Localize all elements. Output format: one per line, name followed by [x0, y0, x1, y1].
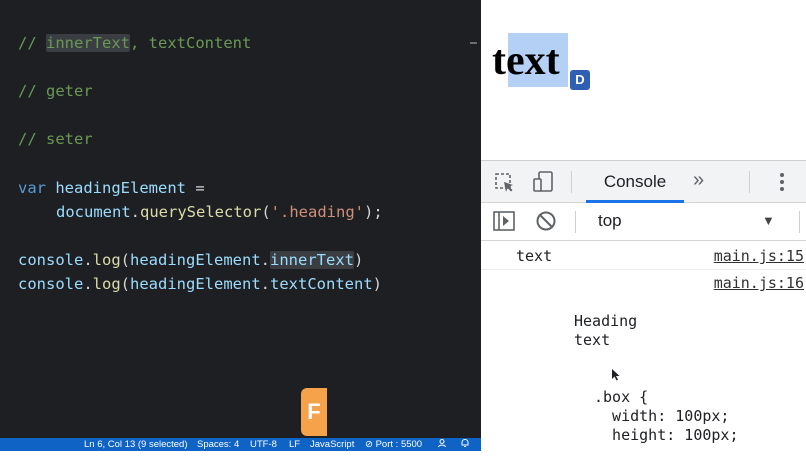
- identifier: console: [18, 251, 84, 269]
- comment-geter: // geter: [18, 82, 93, 100]
- more-tabs-icon[interactable]: »: [693, 169, 704, 192]
- code-line-6[interactable]: console.log(headingElement.innerText): [18, 248, 363, 272]
- page-heading[interactable]: text: [492, 38, 560, 84]
- punctuation: );: [364, 203, 383, 221]
- source-link[interactable]: main.js:16: [714, 274, 804, 292]
- devtools-panel: Console » top ▼ text main.js:15 main.js:…: [481, 160, 806, 467]
- function-name: querySelector: [140, 203, 262, 221]
- identifier: headingElement: [130, 251, 261, 269]
- context-selector[interactable]: top: [598, 211, 622, 231]
- output-line: .box {: [594, 388, 649, 406]
- output-line: width: 100px;: [594, 407, 730, 425]
- kebab-menu-icon[interactable]: [779, 171, 785, 198]
- console-message: text main.js:15: [481, 241, 806, 270]
- eol-setting[interactable]: LF: [289, 438, 300, 451]
- punctuation: .: [83, 251, 93, 269]
- clear-console-icon[interactable]: [535, 210, 557, 237]
- operator: =: [186, 179, 205, 197]
- chevron-down-icon[interactable]: ▼: [762, 213, 775, 228]
- function-name: log: [92, 275, 121, 293]
- device-toolbar-icon[interactable]: [532, 170, 556, 199]
- console-toolbar: top ▼: [481, 203, 806, 241]
- account-icon[interactable]: [437, 438, 447, 451]
- punctuation: (: [120, 275, 131, 293]
- extension-badge[interactable]: D: [570, 70, 590, 90]
- code-line-2[interactable]: // geter: [18, 79, 93, 103]
- punctuation: (: [120, 251, 131, 269]
- tab-console[interactable]: Console: [586, 161, 684, 203]
- toolbar-divider: [799, 211, 800, 233]
- identifier: headingElement: [130, 275, 261, 293]
- code-area[interactable]: // innerText, textContent // geter // se…: [18, 0, 383, 293]
- identifier: console: [18, 275, 84, 293]
- punctuation: .: [260, 251, 271, 269]
- encoding-setting[interactable]: UTF-8: [250, 438, 277, 451]
- comment-seter: // seter: [18, 130, 93, 148]
- identifier: headingElement: [55, 179, 186, 197]
- punctuation: .: [83, 275, 93, 293]
- output-line: height: 100px;: [594, 426, 739, 444]
- code-editor[interactable]: // innerText, textContent // geter // se…: [0, 0, 481, 451]
- cursor-position[interactable]: Ln 6, Col 13 (9 selected): [84, 438, 188, 451]
- comment-prefix: //: [18, 34, 46, 52]
- language-mode[interactable]: JavaScript: [310, 438, 354, 451]
- code-line-4[interactable]: var headingElement =: [18, 176, 205, 200]
- devtools-tabbar: Console »: [481, 161, 806, 203]
- toolbar-divider: [749, 171, 750, 193]
- scroll-indicator: [470, 42, 477, 44]
- function-name: log: [92, 251, 121, 269]
- keyword-var: var: [18, 179, 46, 197]
- notifications-icon[interactable]: [460, 438, 470, 451]
- code-line-7[interactable]: console.log(headingElement.textContent): [18, 272, 382, 296]
- code-line-3[interactable]: // seter: [18, 127, 93, 151]
- code-line-5[interactable]: document.querySelector('.heading');: [56, 200, 383, 224]
- highlighted-word: innerText: [46, 34, 130, 52]
- log-text: text: [516, 247, 553, 265]
- output-line: Heading: [574, 312, 638, 330]
- identifier: document: [56, 203, 131, 221]
- live-server-port[interactable]: ⊘ Port : 5500: [365, 438, 422, 451]
- punctuation: .: [130, 203, 140, 221]
- string-literal: '.heading': [270, 203, 364, 221]
- indentation-setting[interactable]: Spaces: 4: [197, 438, 239, 451]
- toolbar-divider: [571, 171, 572, 193]
- sidebar-toggle-icon[interactable]: [493, 211, 515, 236]
- console-message: main.js:16 Heading text .box { width: 10…: [481, 270, 806, 467]
- code-line-1[interactable]: // innerText, textContent: [18, 31, 251, 55]
- status-bar: Ln 6, Col 13 (9 selected) Spaces: 4 UTF-…: [0, 438, 481, 451]
- inspect-element-icon[interactable]: [494, 172, 516, 199]
- output-line: text: [574, 331, 611, 349]
- toolbar-divider: [575, 211, 576, 233]
- comment-rest: , textContent: [130, 34, 252, 52]
- punctuation: ): [372, 275, 383, 293]
- punctuation: (: [261, 203, 271, 221]
- selected-property: innerText: [270, 251, 355, 269]
- punctuation: ): [354, 251, 364, 269]
- property: textContent: [270, 275, 373, 293]
- mouse-pointer-icon: [612, 367, 620, 385]
- source-link[interactable]: main.js:15: [714, 247, 804, 265]
- browser-viewport: text D Console » top ▼ text main.js:15 m…: [481, 0, 806, 467]
- floating-badge[interactable]: F: [301, 388, 327, 436]
- punctuation: .: [260, 275, 271, 293]
